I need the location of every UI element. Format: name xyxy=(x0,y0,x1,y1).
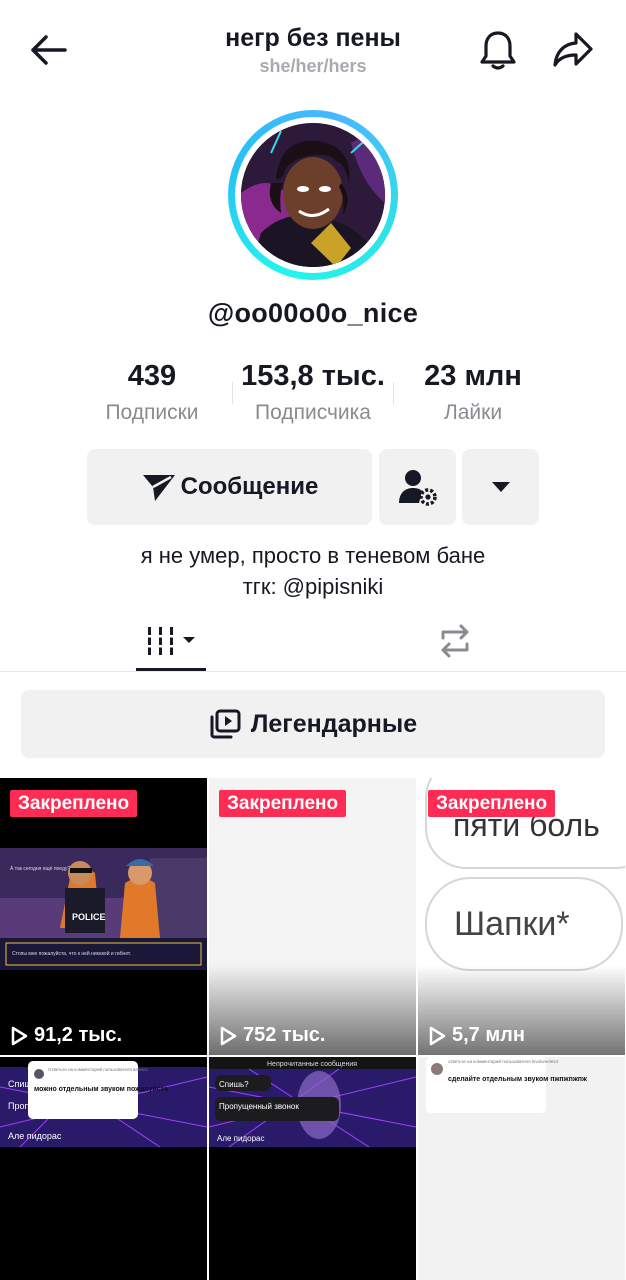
profile-display-name: негр без пены xyxy=(225,24,401,52)
bell-icon xyxy=(480,31,516,70)
grid-bars-icon xyxy=(145,627,195,655)
notifications-button[interactable] xyxy=(476,28,520,72)
tabs-divider xyxy=(0,671,626,672)
play-icon xyxy=(220,1026,237,1045)
video-text-word: Шапки* xyxy=(454,905,570,943)
message-button[interactable]: Сообщение xyxy=(87,449,372,525)
chat-title: Непрочитанные сообщения xyxy=(267,1060,357,1068)
video-thumbnail[interactable]: ответьте на комментарий пользователя lev… xyxy=(418,1057,625,1280)
comment-text: можно отдельным звуком пожалуйста xyxy=(34,1085,168,1093)
video-dialog-line: Стопы мне пожалуйста, что к ней никакой … xyxy=(12,950,131,957)
view-count-value: 752 тыс. xyxy=(243,1024,326,1046)
view-count-value: 5,7 млн xyxy=(452,1024,525,1046)
tab-reposts[interactable] xyxy=(420,612,490,670)
play-icon xyxy=(429,1026,446,1045)
chat-line: Але пидорас xyxy=(8,1131,62,1141)
share-button[interactable] xyxy=(550,28,596,72)
pinned-badge: Закреплено xyxy=(10,790,138,817)
svg-text:POLICE: POLICE xyxy=(72,912,106,922)
add-friend-settings-button[interactable] xyxy=(379,449,456,525)
video-thumbnail[interactable]: Закреплено 752 тыс. xyxy=(209,778,416,1055)
bio-line: я не умер, просто в теневом бане xyxy=(140,543,486,568)
pinned-badge: Закреплено xyxy=(428,790,556,817)
comment-text: сделайте отдельным звуком пжпжпжпж xyxy=(448,1075,588,1083)
profile-header: негр без пены she/her/hers xyxy=(0,0,626,100)
comment-header: Ответьте на комментарий пользователя ван… xyxy=(48,1066,149,1072)
stat-followers[interactable]: 153,8 тыс. Подписчика xyxy=(233,360,393,425)
chat-line: Спишь? xyxy=(219,1080,249,1089)
view-count: 91,2 тыс. xyxy=(10,1024,122,1047)
video-thumbnail[interactable]: пяти боль Шапки* Закреплено 5,7 млн xyxy=(418,778,625,1055)
bio-link[interactable]: тгк: @pipisniki xyxy=(0,571,626,602)
avatar-image xyxy=(241,123,385,267)
stat-likes[interactable]: 23 млн Лайки xyxy=(410,360,536,425)
chat-line: Але пидорас xyxy=(217,1134,265,1143)
avatar[interactable] xyxy=(228,110,398,280)
stat-following[interactable]: 439 Подписки xyxy=(92,360,212,425)
view-count: 752 тыс. xyxy=(219,1024,325,1047)
profile-bio: я не умер, просто в теневом бане тгк: @p… xyxy=(0,540,626,602)
followers-count: 153,8 тыс. xyxy=(241,360,385,392)
view-count: 5,7 млн xyxy=(428,1024,525,1047)
playlist-label: Легендарные xyxy=(250,709,418,738)
followers-label: Подписчика xyxy=(255,401,371,424)
caret-down-icon xyxy=(491,482,510,492)
video-grid: POLICE А так сегодня ещё поеду? Стопы мн… xyxy=(0,778,626,1280)
following-label: Подписки xyxy=(105,401,199,424)
share-arrow-icon xyxy=(553,32,593,67)
username: @oo00o0o_nice xyxy=(207,298,419,328)
pinned-badge: Закреплено xyxy=(219,790,347,817)
view-count-value: 91,2 тыс. xyxy=(34,1024,123,1046)
stat-divider xyxy=(393,382,394,404)
playlist-icon xyxy=(210,709,241,739)
user-gear-icon xyxy=(398,470,437,506)
video-thumbnail[interactable]: Непрочитанные сообщения Спишь? Пропущенн… xyxy=(209,1057,416,1280)
repost-icon xyxy=(441,624,469,658)
playlist-button[interactable]: Легендарные xyxy=(21,690,605,758)
video-dialog-top: А так сегодня ещё поеду? xyxy=(10,866,70,872)
chat-line: Пропущенный звонок xyxy=(219,1102,299,1111)
video-thumbnail[interactable]: POLICE А так сегодня ещё поеду? Стопы мн… xyxy=(0,778,207,1055)
comment-header: ответьте на комментарий пользователя lev… xyxy=(448,1058,558,1064)
tab-videos[interactable] xyxy=(136,612,206,670)
video-thumbnail[interactable]: Спиш Пропу Але пидорас Ответьте на комме… xyxy=(0,1057,207,1280)
send-icon xyxy=(142,475,175,501)
following-count: 439 xyxy=(127,360,177,392)
more-options-dropdown[interactable] xyxy=(462,449,539,525)
likes-label: Лайки xyxy=(443,401,503,424)
profile-pronouns: she/her/hers xyxy=(259,56,367,76)
likes-count: 23 млн xyxy=(424,360,522,392)
message-button-label: Сообщение xyxy=(180,473,319,500)
play-icon xyxy=(11,1026,28,1045)
